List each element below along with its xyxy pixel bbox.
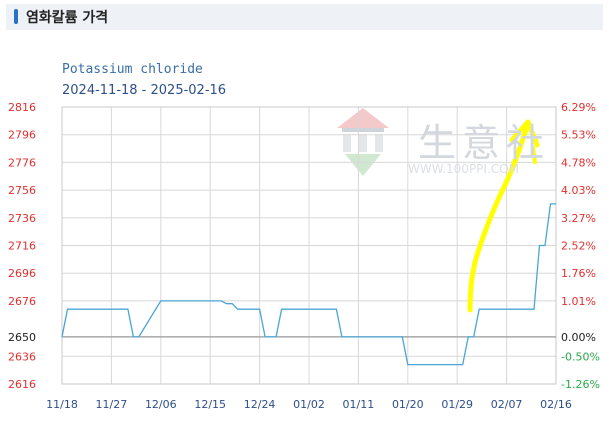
x-tick-label: 12/15 — [194, 398, 226, 411]
y2-tick-label: 3.27% — [561, 212, 596, 225]
y2-tick-label: -0.50% — [561, 350, 600, 363]
y-tick-label: 2636 — [8, 350, 36, 363]
y-tick-label: 2756 — [8, 184, 36, 197]
y-tick-label: 2816 — [8, 101, 36, 114]
y2-tick-label: 6.29% — [561, 101, 596, 114]
watermark-url: WWW.100PPI.COM — [408, 162, 519, 176]
x-tick-label: 01/02 — [293, 398, 325, 411]
x-tick-label: 12/24 — [244, 398, 276, 411]
x-axis-labels: 11/18 11/27 12/06 12/15 12/24 01/02 01/11 01/20… — [46, 398, 572, 411]
y-tick-label: 2696 — [8, 267, 36, 280]
y2-tick-label: 0.00% — [561, 331, 596, 344]
y-tick-label: 2676 — [8, 295, 36, 308]
y-axis-labels: 2816 2796 2776 2756 2736 2716 2696 2676 2650 2636… — [8, 101, 36, 391]
y-tick-label: 2650 — [8, 331, 36, 344]
y-tick-label: 2776 — [8, 156, 36, 169]
y-tick-label: 2796 — [8, 129, 36, 142]
y2-tick-label: 2.52% — [561, 240, 596, 253]
price-line-chart: 2816 2796 2776 2756 2736 2716 2696 2676 2650 2636… — [8, 101, 600, 411]
y-tick-label: 2736 — [8, 212, 36, 225]
y-tick-label: 2716 — [8, 240, 36, 253]
x-tick-label: 01/11 — [343, 398, 375, 411]
x-tick-label: 02/07 — [491, 398, 523, 411]
x-tick-label: 01/29 — [441, 398, 473, 411]
x-tick-label: 11/27 — [96, 398, 128, 411]
x-tick-label: 11/18 — [46, 398, 78, 411]
y2-tick-label: 5.53% — [561, 129, 596, 142]
y2-tick-label: 1.76% — [561, 267, 596, 280]
x-tick-label: 01/20 — [392, 398, 424, 411]
watermark-logo — [337, 108, 389, 176]
y2-tick-label: -1.26% — [561, 378, 600, 391]
y2-tick-label: 4.03% — [561, 184, 596, 197]
y2-tick-label: 1.01% — [561, 295, 596, 308]
x-tick-label: 02/16 — [540, 398, 572, 411]
x-tick-label: 12/06 — [145, 398, 177, 411]
watermark-text: 生意社 — [418, 121, 551, 165]
y-tick-label: 2616 — [8, 378, 36, 391]
y2-tick-label: 4.78% — [561, 156, 596, 169]
y2-axis-labels: 6.29% 5.53% 4.78% 4.03% 3.27% 2.52% 1.76% 1.01%… — [561, 101, 600, 391]
